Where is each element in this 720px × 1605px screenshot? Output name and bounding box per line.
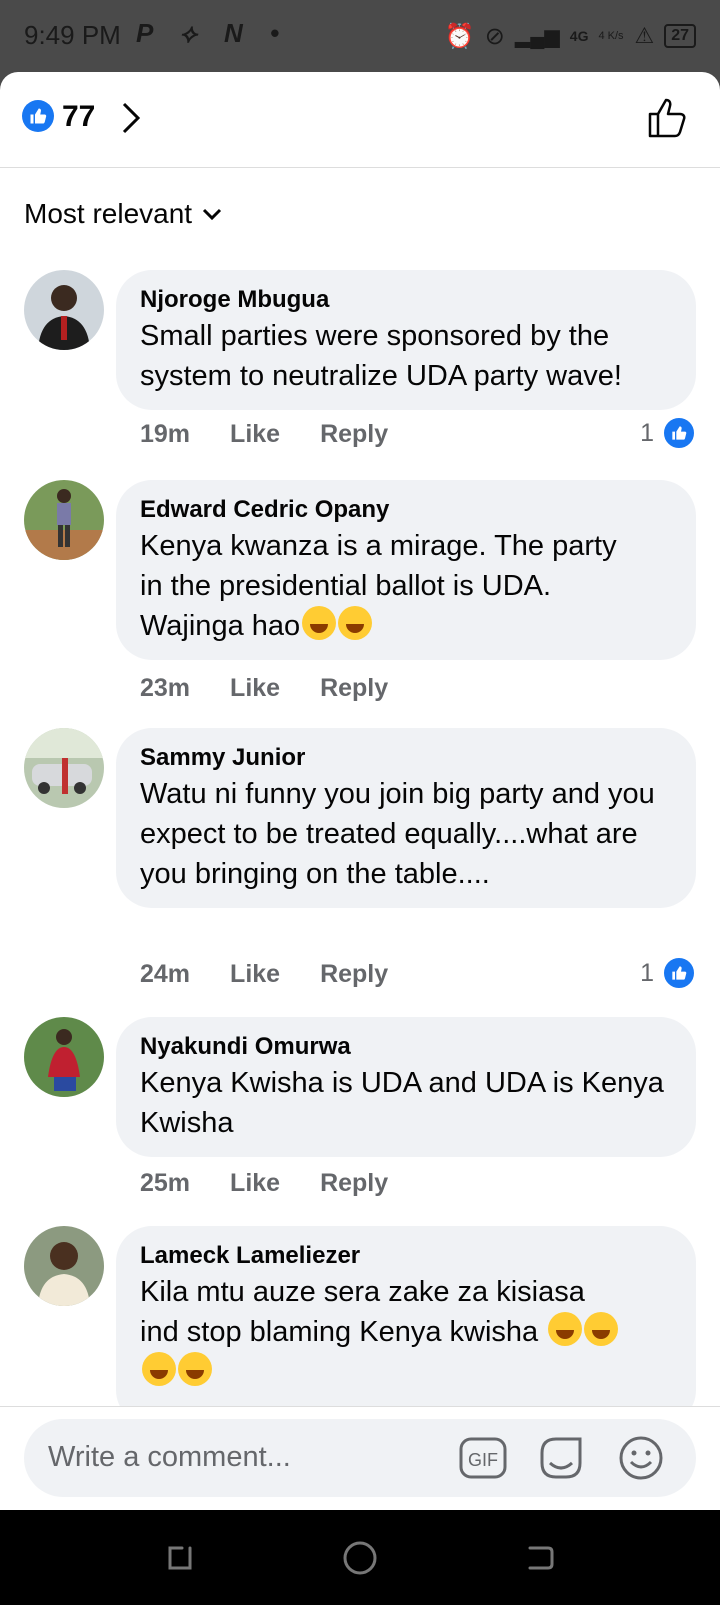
comment-author[interactable]: Sammy Junior	[140, 742, 672, 774]
comment-text: Watu ni funny you join big party and you…	[140, 778, 655, 890]
comments-sheet: 77 Most relevant Njoroge Mbugua Small pa…	[0, 72, 720, 1510]
comment-text-line-with-emoji: Wajinga hao	[140, 606, 672, 646]
comment-actions: 23m Like Reply	[140, 674, 388, 703]
warning-icon: ⚠	[634, 23, 655, 48]
net-speed: 4 K/s	[598, 30, 624, 42]
comment-author[interactable]: Nyakundi Omurwa	[140, 1031, 672, 1063]
comment-reactions[interactable]: 1	[640, 956, 696, 990]
like-post-button[interactable]	[646, 96, 690, 140]
home-icon[interactable]	[340, 1538, 380, 1578]
joy-emoji-icon	[584, 1312, 619, 1347]
comment-reactions[interactable]: 1	[640, 416, 696, 450]
comment-author[interactable]: Lameck Lameliezer	[140, 1240, 672, 1272]
comment-text: Kenya Kwisha is UDA and UDA is Kenya Kwi…	[140, 1067, 664, 1139]
comment-bubble[interactable]: Sammy Junior Watu ni funny you join big …	[116, 728, 696, 908]
reaction-count: 1	[640, 958, 654, 987]
comment-actions: 19m Like Reply	[140, 420, 388, 449]
comment-text-line: in the presidential ballot is UDA.	[140, 570, 552, 602]
chevron-right-icon[interactable]	[118, 100, 146, 136]
like-reaction-icon[interactable]	[22, 100, 54, 132]
comment-bubble[interactable]: Njoroge Mbugua Small parties were sponso…	[116, 270, 696, 410]
avatar[interactable]	[24, 270, 104, 350]
comment-composer-area: Write a comment... GIF	[0, 1406, 720, 1510]
avatar[interactable]	[24, 480, 104, 560]
joy-emoji-icon	[142, 1352, 176, 1387]
comment-text-line: Kila mtu auze sera zake za kisiasa	[140, 1276, 585, 1308]
comment-bubble[interactable]: Edward Cedric Opany Kenya kwanza is a mi…	[116, 480, 696, 660]
like-reaction-icon	[662, 956, 696, 990]
status-indicators: ⏰ ⊘ ▂▄▆ 4G 4 K/s ⚠ 27	[445, 20, 696, 52]
recents-icon[interactable]	[160, 1538, 200, 1578]
alarm-icon: ⏰	[444, 22, 475, 50]
joy-emoji-icon	[178, 1352, 212, 1387]
comment-text-line: ind stop blaming Kenya kwisha	[140, 1316, 539, 1348]
laughing-emoji-icon	[338, 606, 373, 641]
comment-bubble[interactable]: Nyakundi Omurwa Kenya Kwisha is UDA and …	[116, 1017, 696, 1157]
sort-dropdown[interactable]: Most relevant	[24, 198, 222, 230]
gif-label: GIF	[468, 1450, 498, 1470]
comment-time[interactable]: 19m	[140, 420, 190, 449]
comment-text-line-with-emoji	[140, 1352, 672, 1392]
sheet-header: 77	[0, 72, 720, 168]
reply-button[interactable]: Reply	[320, 1169, 388, 1198]
comment-author[interactable]: Njoroge Mbugua	[140, 284, 672, 316]
avatar[interactable]	[24, 728, 104, 808]
system-nav-bar	[0, 1510, 720, 1605]
back-icon[interactable]	[520, 1538, 560, 1578]
comment-input[interactable]: Write a comment... GIF	[24, 1419, 696, 1497]
comment-input-placeholder: Write a comment...	[48, 1441, 291, 1473]
comment-time[interactable]: 25m	[140, 1169, 190, 1198]
like-reaction-icon	[662, 416, 696, 450]
comment-bubble[interactable]: Lameck Lameliezer Kila mtu auze sera zak…	[116, 1226, 696, 1426]
reaction-count: 1	[640, 418, 654, 447]
network-type: 4G	[569, 28, 589, 44]
like-button[interactable]: Like	[230, 1169, 280, 1198]
status-bar: 9:49 PM P ⟡ N • ⏰ ⊘ ▂▄▆ 4G 4 K/s ⚠ 27	[0, 0, 720, 72]
reply-button[interactable]: Reply	[320, 674, 388, 703]
status-app-icons: P ⟡ N •	[136, 18, 290, 48]
reply-button[interactable]: Reply	[320, 960, 388, 989]
dnd-icon: ⊘	[484, 22, 505, 50]
avatar[interactable]	[24, 1226, 104, 1306]
comment-actions: 24m Like Reply	[140, 960, 388, 989]
sort-label: Most relevant	[24, 198, 193, 229]
like-count[interactable]: 77	[62, 100, 95, 134]
like-button[interactable]: Like	[230, 960, 280, 989]
chevron-down-icon	[203, 208, 222, 221]
comment-text-line: Wajinga hao	[140, 610, 301, 642]
comment-text: Small parties were sponsored by the syst…	[140, 320, 622, 392]
comment-author[interactable]: Edward Cedric Opany	[140, 494, 672, 526]
sticker-icon[interactable]	[536, 1433, 586, 1483]
status-time: 9:49 PM	[24, 20, 121, 50]
battery-indicator: 27	[664, 24, 696, 48]
comment-text-line-with-emoji: ind stop blaming Kenya kwisha	[140, 1312, 672, 1352]
signal-icon: ▂▄▆	[514, 25, 560, 48]
emoji-picker-icon[interactable]	[616, 1433, 666, 1483]
comment-text-line: Kenya kwanza is a mirage. The party	[140, 530, 617, 562]
gif-button[interactable]: GIF	[458, 1433, 508, 1483]
laughing-emoji-icon	[302, 606, 337, 641]
comment-time[interactable]: 23m	[140, 674, 190, 703]
avatar[interactable]	[24, 1017, 104, 1097]
joy-emoji-icon	[548, 1312, 583, 1347]
comment-time[interactable]: 24m	[140, 960, 190, 989]
reply-button[interactable]: Reply	[320, 420, 388, 449]
like-button[interactable]: Like	[230, 420, 280, 449]
like-button[interactable]: Like	[230, 674, 280, 703]
comment-actions: 25m Like Reply	[140, 1169, 388, 1198]
